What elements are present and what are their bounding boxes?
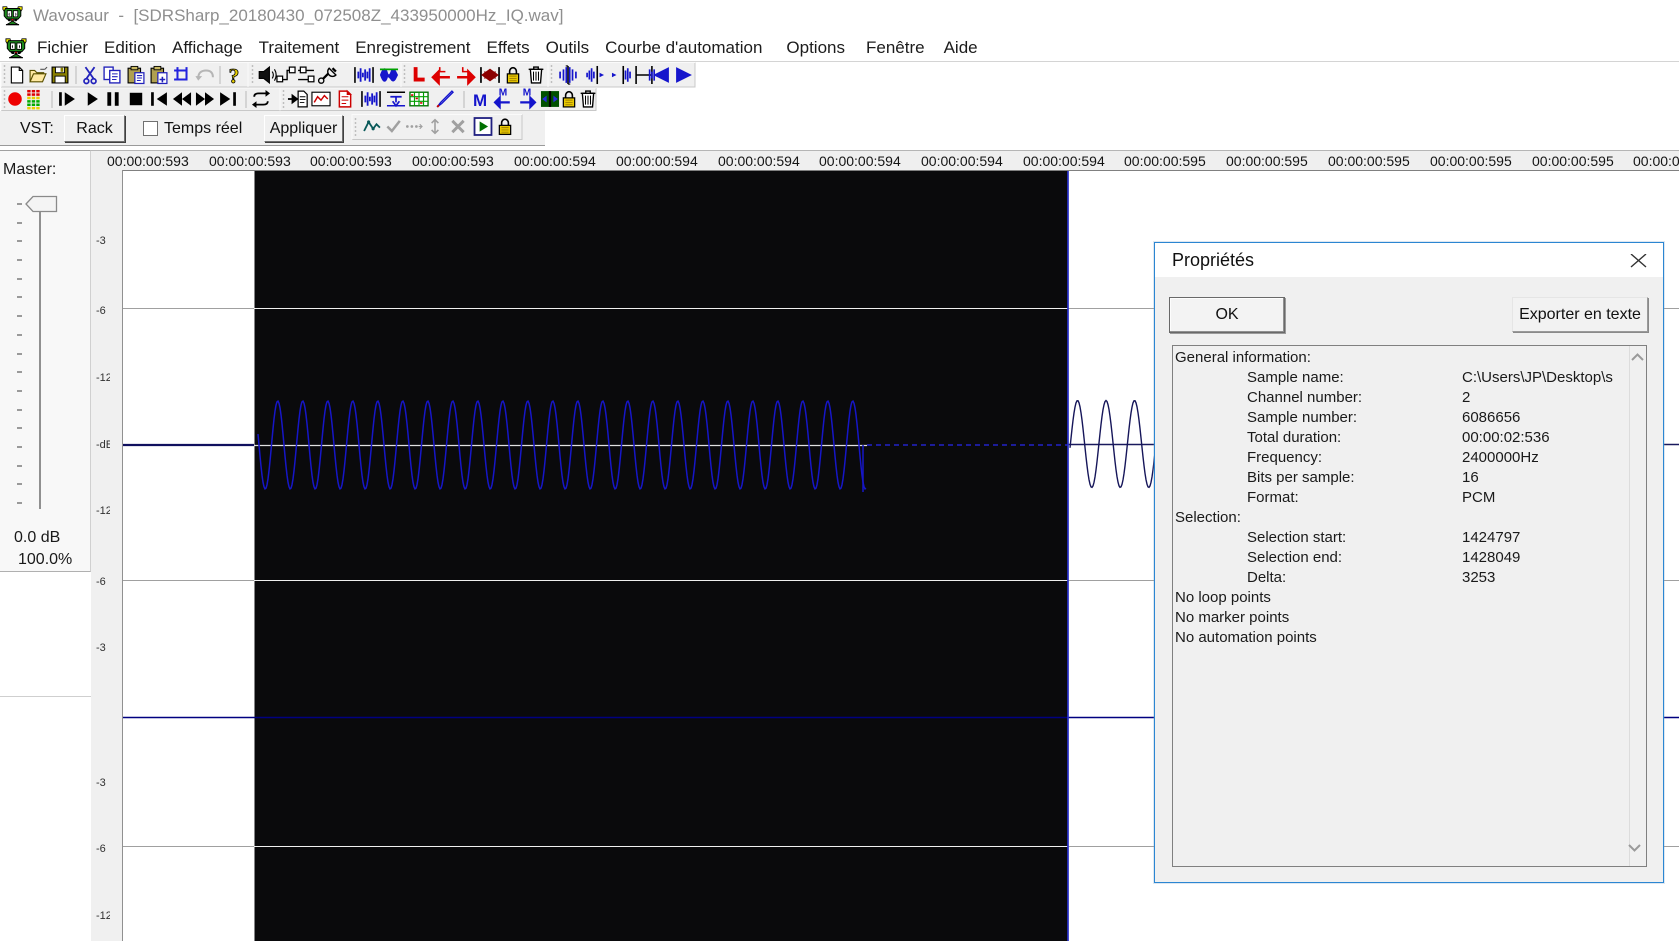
svg-text:M: M: [523, 88, 531, 99]
svg-text:M: M: [499, 88, 507, 99]
svg-text:?: ?: [229, 64, 240, 88]
svg-text:M: M: [473, 91, 487, 110]
